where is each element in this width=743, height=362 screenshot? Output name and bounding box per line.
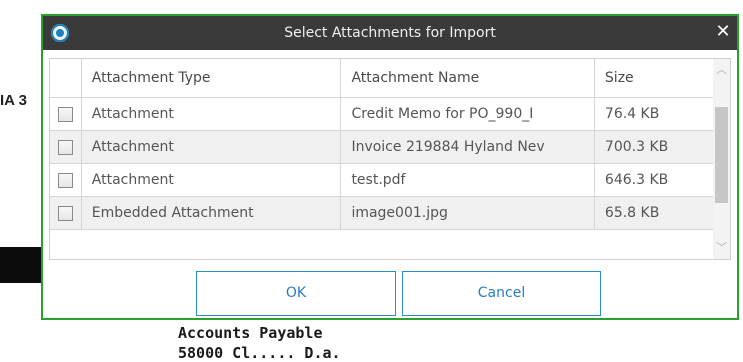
- table-row[interactable]: Attachment Invoice 219884 Hyland Nev 700…: [50, 130, 715, 164]
- table-row[interactable]: Embedded Attachment image001.jpg 65.8 KB: [50, 196, 715, 230]
- attachment-size-cell: 646.3 KB: [594, 163, 715, 197]
- attachment-size-cell: 65.8 KB: [594, 196, 715, 230]
- attachment-name-cell: Credit Memo for PO_990_I: [340, 97, 595, 131]
- chevron-up-icon[interactable]: ︿: [716, 64, 727, 75]
- attachment-name-cell: Invoice 219884 Hyland Nev: [340, 130, 595, 164]
- row-checkbox[interactable]: [57, 205, 73, 221]
- attachments-table: Attachment Type Attachment Name Size Att…: [50, 59, 715, 230]
- attachment-type-cell: Attachment: [81, 97, 342, 131]
- table-header-row: Attachment Type Attachment Name Size: [50, 59, 715, 98]
- vertical-scrollbar[interactable]: ︿ ﹀: [713, 59, 730, 259]
- ok-button[interactable]: OK: [196, 271, 396, 316]
- attachment-size-cell: 700.3 KB: [594, 130, 715, 164]
- select-attachments-dialog: Select Attachments for Import ✕ Attachme…: [41, 14, 739, 320]
- background-text-fragment: IA 3: [0, 92, 27, 109]
- row-checkbox[interactable]: [57, 106, 73, 122]
- table-row[interactable]: Attachment Credit Memo for PO_990_I 76.4…: [50, 97, 715, 131]
- row-select-cell: [50, 97, 82, 131]
- close-icon[interactable]: ✕: [712, 20, 734, 44]
- attachment-type-cell: Attachment: [81, 163, 342, 197]
- dialog-titlebar[interactable]: Select Attachments for Import ✕: [43, 16, 737, 50]
- column-header-attachment-type[interactable]: Attachment Type: [81, 59, 342, 98]
- attachment-type-cell: Embedded Attachment: [81, 196, 342, 230]
- attachment-name-cell: image001.jpg: [340, 196, 595, 230]
- table-row[interactable]: Attachment test.pdf 646.3 KB: [50, 163, 715, 197]
- column-header-size[interactable]: Size: [594, 59, 715, 98]
- row-checkbox[interactable]: [57, 172, 73, 188]
- chevron-down-icon[interactable]: ﹀: [716, 242, 727, 253]
- cancel-button[interactable]: Cancel: [402, 271, 601, 316]
- dialog-title: Select Attachments for Import: [284, 25, 496, 41]
- attachment-name-cell: test.pdf: [340, 163, 595, 197]
- row-checkbox[interactable]: [57, 139, 73, 155]
- attachment-type-cell: Attachment: [81, 130, 342, 164]
- background-black-bar: [0, 247, 45, 283]
- scrollbar-thumb[interactable]: [715, 107, 728, 203]
- background-doc-line: Accounts Payable: [178, 324, 323, 342]
- row-select-cell: [50, 163, 82, 197]
- row-select-cell: [50, 196, 82, 230]
- background-doc-line: 58000 Cl..... D.a.: [178, 344, 341, 362]
- column-header-select: [50, 59, 82, 98]
- attachment-size-cell: 76.4 KB: [594, 97, 715, 131]
- attachments-grid: Attachment Type Attachment Name Size Att…: [49, 58, 731, 260]
- row-select-cell: [50, 130, 82, 164]
- column-header-attachment-name[interactable]: Attachment Name: [340, 59, 595, 98]
